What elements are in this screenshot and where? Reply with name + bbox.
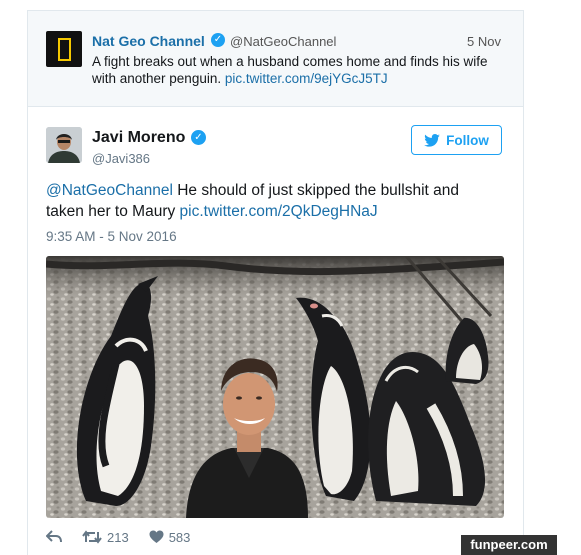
like-count: 583 xyxy=(168,529,191,545)
tweet-photo[interactable] xyxy=(46,256,504,518)
like-button[interactable]: 583 xyxy=(149,529,191,545)
follow-button[interactable]: Follow xyxy=(411,125,502,155)
natgeo-avatar[interactable] xyxy=(46,31,82,67)
retweet-icon xyxy=(82,530,102,544)
verified-badge-icon: ✓ xyxy=(191,130,206,145)
author-handle[interactable]: @Javi386 xyxy=(92,151,150,166)
author-name[interactable]: Javi Moreno xyxy=(92,129,185,147)
quoted-media-link[interactable]: pic.twitter.com/9ejYGcJ5TJ xyxy=(225,71,388,86)
quoted-tweet[interactable]: Nat Geo Channel ✓ @NatGeoChannel 5 Nov A… xyxy=(28,11,523,107)
verified-badge-icon: ✓ xyxy=(211,33,225,47)
follow-label: Follow xyxy=(446,132,489,148)
twitter-bird-icon xyxy=(424,133,440,147)
watermark: funpeer.com xyxy=(461,535,557,555)
author-avatar[interactable] xyxy=(46,127,82,163)
tweet-timestamp[interactable]: 9:35 AM - 5 Nov 2016 xyxy=(46,229,177,244)
media-link[interactable]: pic.twitter.com/2QkDegHNaJ xyxy=(180,203,378,220)
tweet-actions: 213 583 xyxy=(46,527,210,547)
tweet-card: Nat Geo Channel ✓ @NatGeoChannel 5 Nov A… xyxy=(27,10,524,555)
heart-icon xyxy=(149,530,164,543)
quoted-author-name[interactable]: Nat Geo Channel xyxy=(92,33,205,49)
tweet-text: @NatGeoChannel He should of just skipped… xyxy=(46,180,501,222)
quoted-text: A fight breaks out when a husband comes … xyxy=(92,53,492,87)
retweet-button[interactable]: 213 xyxy=(82,530,129,545)
mention-link[interactable]: @NatGeoChannel xyxy=(46,182,173,199)
reply-button[interactable] xyxy=(46,530,62,544)
quoted-author-handle[interactable]: @NatGeoChannel xyxy=(230,34,336,49)
quoted-date[interactable]: 5 Nov xyxy=(467,34,501,49)
retweet-count: 213 xyxy=(107,529,129,545)
reply-icon xyxy=(46,530,62,543)
